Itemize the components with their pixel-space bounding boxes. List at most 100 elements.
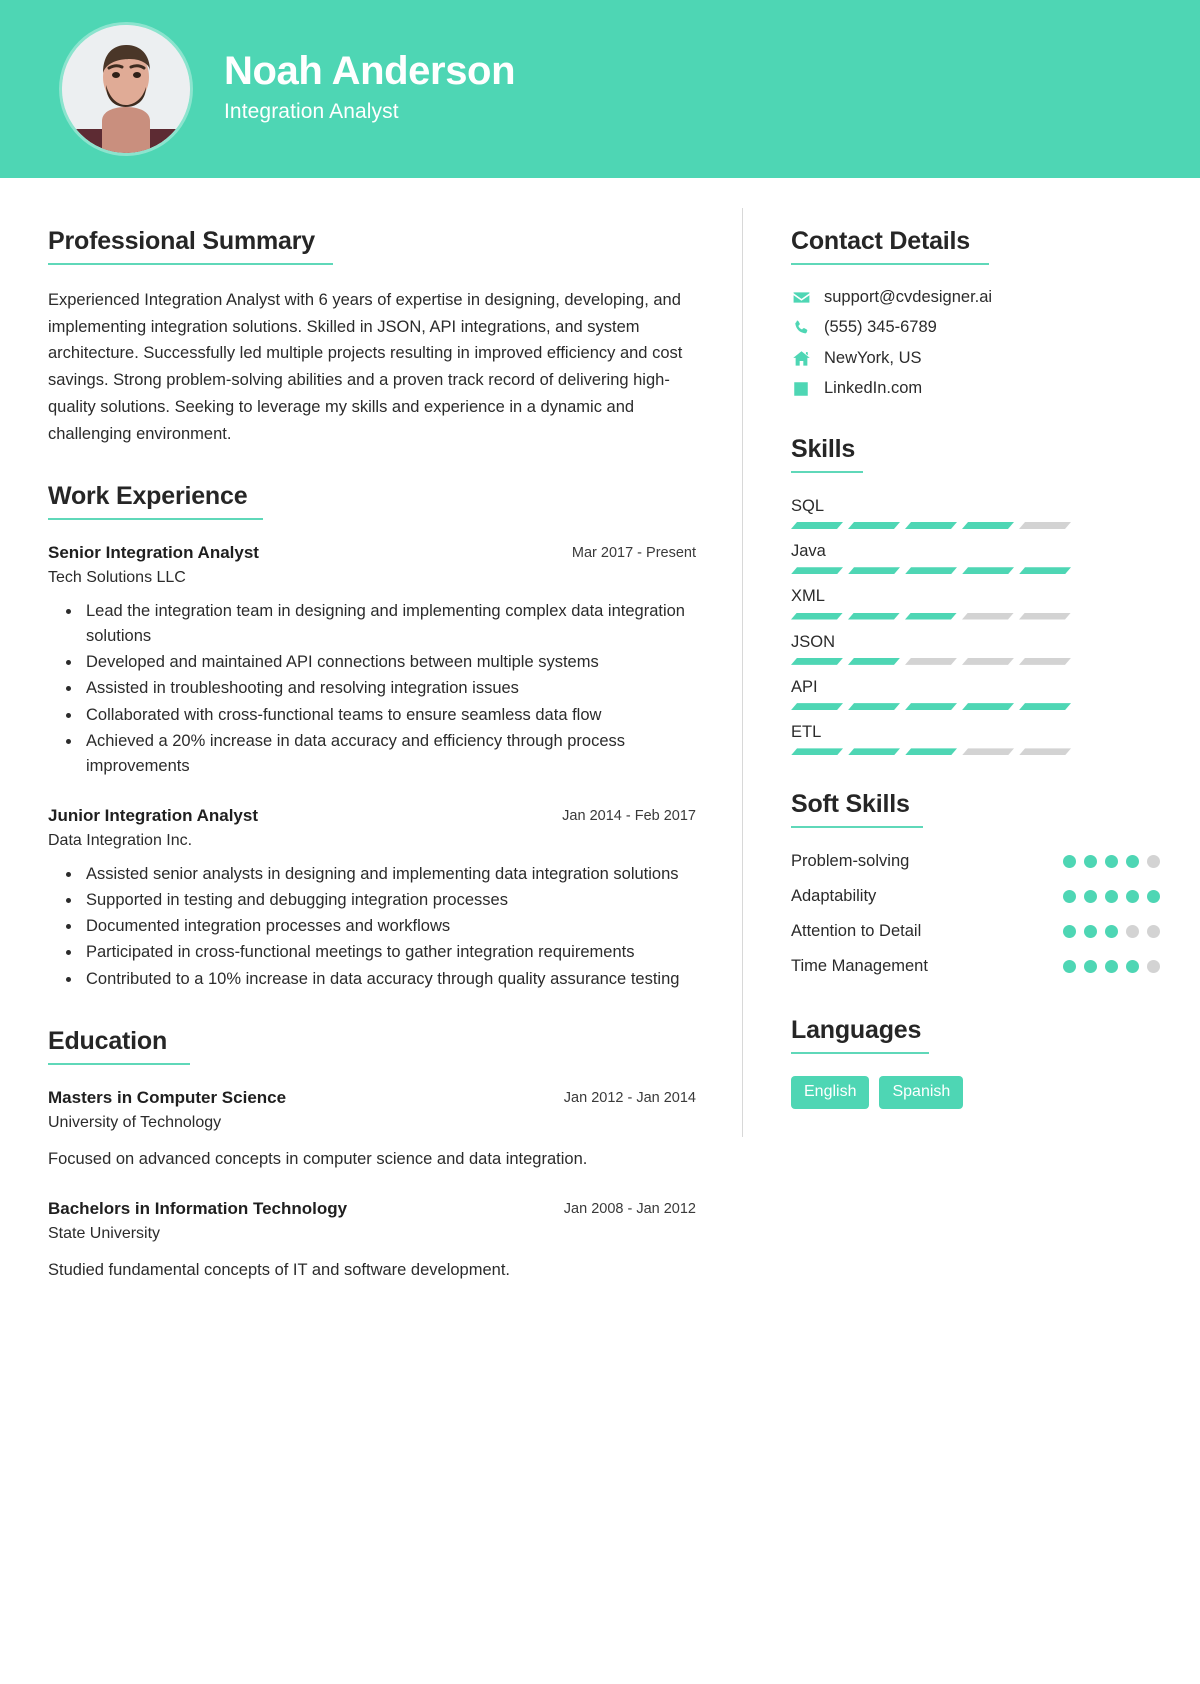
list-item: Supported in testing and debugging integ… xyxy=(82,888,696,913)
envelope-icon xyxy=(791,288,811,308)
section-underline xyxy=(791,263,989,265)
skill-item: API xyxy=(791,676,1160,710)
section-title: Skills xyxy=(791,434,856,463)
linkedin-icon xyxy=(791,379,811,399)
contact-email[interactable]: support@cvdesigner.ai xyxy=(791,287,1160,308)
skill-segment xyxy=(1019,613,1071,620)
contact-value: (555) 345-6789 xyxy=(824,318,937,337)
rating-dot xyxy=(1147,960,1160,974)
section-skills: Skills SQL Java XML JSON API ETL xyxy=(791,434,1160,756)
job-dates: Mar 2017 - Present xyxy=(571,545,696,562)
job-title: Senior Integration Analyst xyxy=(48,543,259,563)
skill-segment xyxy=(848,703,900,710)
section-soft-skills: Soft Skills Problem-solving Adaptability… xyxy=(791,789,1160,981)
list-item: Developed and maintained API connections… xyxy=(82,650,696,675)
skill-rating-bar xyxy=(791,522,1071,529)
section-title: Professional Summary xyxy=(48,227,315,255)
list-item: Documented integration processes and wor… xyxy=(82,914,696,939)
resume-body: Professional Summary Experienced Integra… xyxy=(0,178,1200,1377)
section-underline xyxy=(791,826,923,829)
language-chip: Spanish xyxy=(879,1076,964,1109)
language-chip: English xyxy=(791,1076,870,1109)
experience-entry: Junior Integration Analyst Jan 2014 - Fe… xyxy=(48,805,696,992)
skill-rating-bar xyxy=(791,748,1071,755)
section-title: Education xyxy=(48,1026,168,1055)
rating-dot xyxy=(1105,960,1118,974)
rating-dot xyxy=(1105,925,1118,939)
sidebar-column: Contact Details support@cvdesigner.ai (5… xyxy=(743,178,1200,1377)
education-entry: Bachelors in Information Technology Jan … xyxy=(48,1198,696,1283)
skill-label: Java xyxy=(791,542,826,561)
rating-dot xyxy=(1105,890,1118,904)
soft-skill-label: Time Management xyxy=(791,957,928,976)
skill-segment xyxy=(905,703,957,710)
contact-list: support@cvdesigner.ai (555) 345-6789 New… xyxy=(791,287,1160,400)
entry-header: Masters in Computer Science Jan 2012 - J… xyxy=(48,1087,696,1110)
skill-item: Java xyxy=(791,540,1160,574)
skill-label: XML xyxy=(791,587,825,606)
list-item: Assisted senior analysts in designing an… xyxy=(82,862,696,887)
skill-segment xyxy=(962,703,1014,710)
section-contact-details: Contact Details support@cvdesigner.ai (5… xyxy=(791,226,1160,400)
list-item: Lead the integration team in designing a… xyxy=(82,599,696,649)
skill-segment xyxy=(791,703,843,710)
section-underline xyxy=(791,470,863,473)
skill-segment xyxy=(905,748,957,755)
skill-rating-bar xyxy=(791,613,1071,620)
job-dates: Jan 2014 - Feb 2017 xyxy=(562,808,696,825)
company-name: Tech Solutions LLC xyxy=(48,569,186,587)
section-title: Soft Skills xyxy=(791,790,910,819)
soft-skill-label: Problem-solving xyxy=(791,852,910,871)
rating-dot xyxy=(1084,960,1097,974)
soft-skill-item: Adaptability xyxy=(791,885,1160,911)
rating-dot xyxy=(1147,925,1160,939)
skill-rating-bar xyxy=(791,703,1071,710)
section-underline xyxy=(48,518,263,521)
candidate-role: Integration Analyst xyxy=(224,100,399,123)
section-title: Contact Details xyxy=(791,227,970,255)
skill-segment xyxy=(1019,658,1071,665)
rating-dot xyxy=(1126,855,1139,869)
list-item: Assisted in troubleshooting and resolvin… xyxy=(82,676,696,701)
skill-segment xyxy=(848,748,900,755)
skill-segment xyxy=(848,522,900,529)
entry-header: Bachelors in Information Technology Jan … xyxy=(48,1198,696,1221)
education-entry: Masters in Computer Science Jan 2012 - J… xyxy=(48,1087,696,1172)
soft-skill-list: Problem-solving Adaptability Attention t… xyxy=(791,850,1160,981)
rating-dot xyxy=(1063,960,1076,974)
soft-skill-item: Time Management xyxy=(791,955,1160,981)
rating-dot xyxy=(1147,890,1160,904)
rating-dot xyxy=(1063,925,1076,939)
soft-skill-item: Problem-solving xyxy=(791,850,1160,876)
rating-dot xyxy=(1063,855,1076,869)
skill-item: XML xyxy=(791,585,1160,619)
section-underline xyxy=(48,1062,190,1065)
skill-item: ETL xyxy=(791,721,1160,755)
skill-list: SQL Java XML JSON API ETL xyxy=(791,495,1160,756)
job-bullets: Lead the integration team in designing a… xyxy=(48,599,696,780)
person-photo-icon xyxy=(62,25,190,153)
skill-segment xyxy=(905,613,957,620)
contact-linkedin[interactable]: LinkedIn.com xyxy=(791,378,1160,399)
section-work-experience: Work Experience Senior Integration Analy… xyxy=(48,481,696,991)
contact-value: NewYork, US xyxy=(824,348,922,367)
summary-text: Experienced Integration Analyst with 6 y… xyxy=(48,291,683,443)
soft-skill-dots xyxy=(1063,850,1160,869)
skill-item: JSON xyxy=(791,631,1160,665)
skill-segment xyxy=(962,658,1014,665)
skill-item: SQL xyxy=(791,495,1160,529)
contact-phone[interactable]: (555) 345-6789 xyxy=(791,317,1160,338)
contact-location[interactable]: NewYork, US xyxy=(791,348,1160,369)
skill-label: JSON xyxy=(791,632,836,651)
section-title: Languages xyxy=(791,1016,922,1045)
skill-segment xyxy=(962,613,1014,620)
skill-segment xyxy=(962,748,1014,755)
job-bullets: Assisted senior analysts in designing an… xyxy=(48,862,696,992)
degree-dates: Jan 2008 - Jan 2012 xyxy=(563,1200,696,1217)
language-list: English Spanish xyxy=(791,1076,1160,1109)
resume-header: Noah Anderson Integration Analyst xyxy=(0,0,1200,178)
list-item: Collaborated with cross-functional teams… xyxy=(82,703,696,728)
candidate-name: Noah Anderson xyxy=(224,49,516,93)
list-item: Achieved a 20% increase in data accuracy… xyxy=(82,729,696,779)
skill-segment xyxy=(848,613,900,620)
